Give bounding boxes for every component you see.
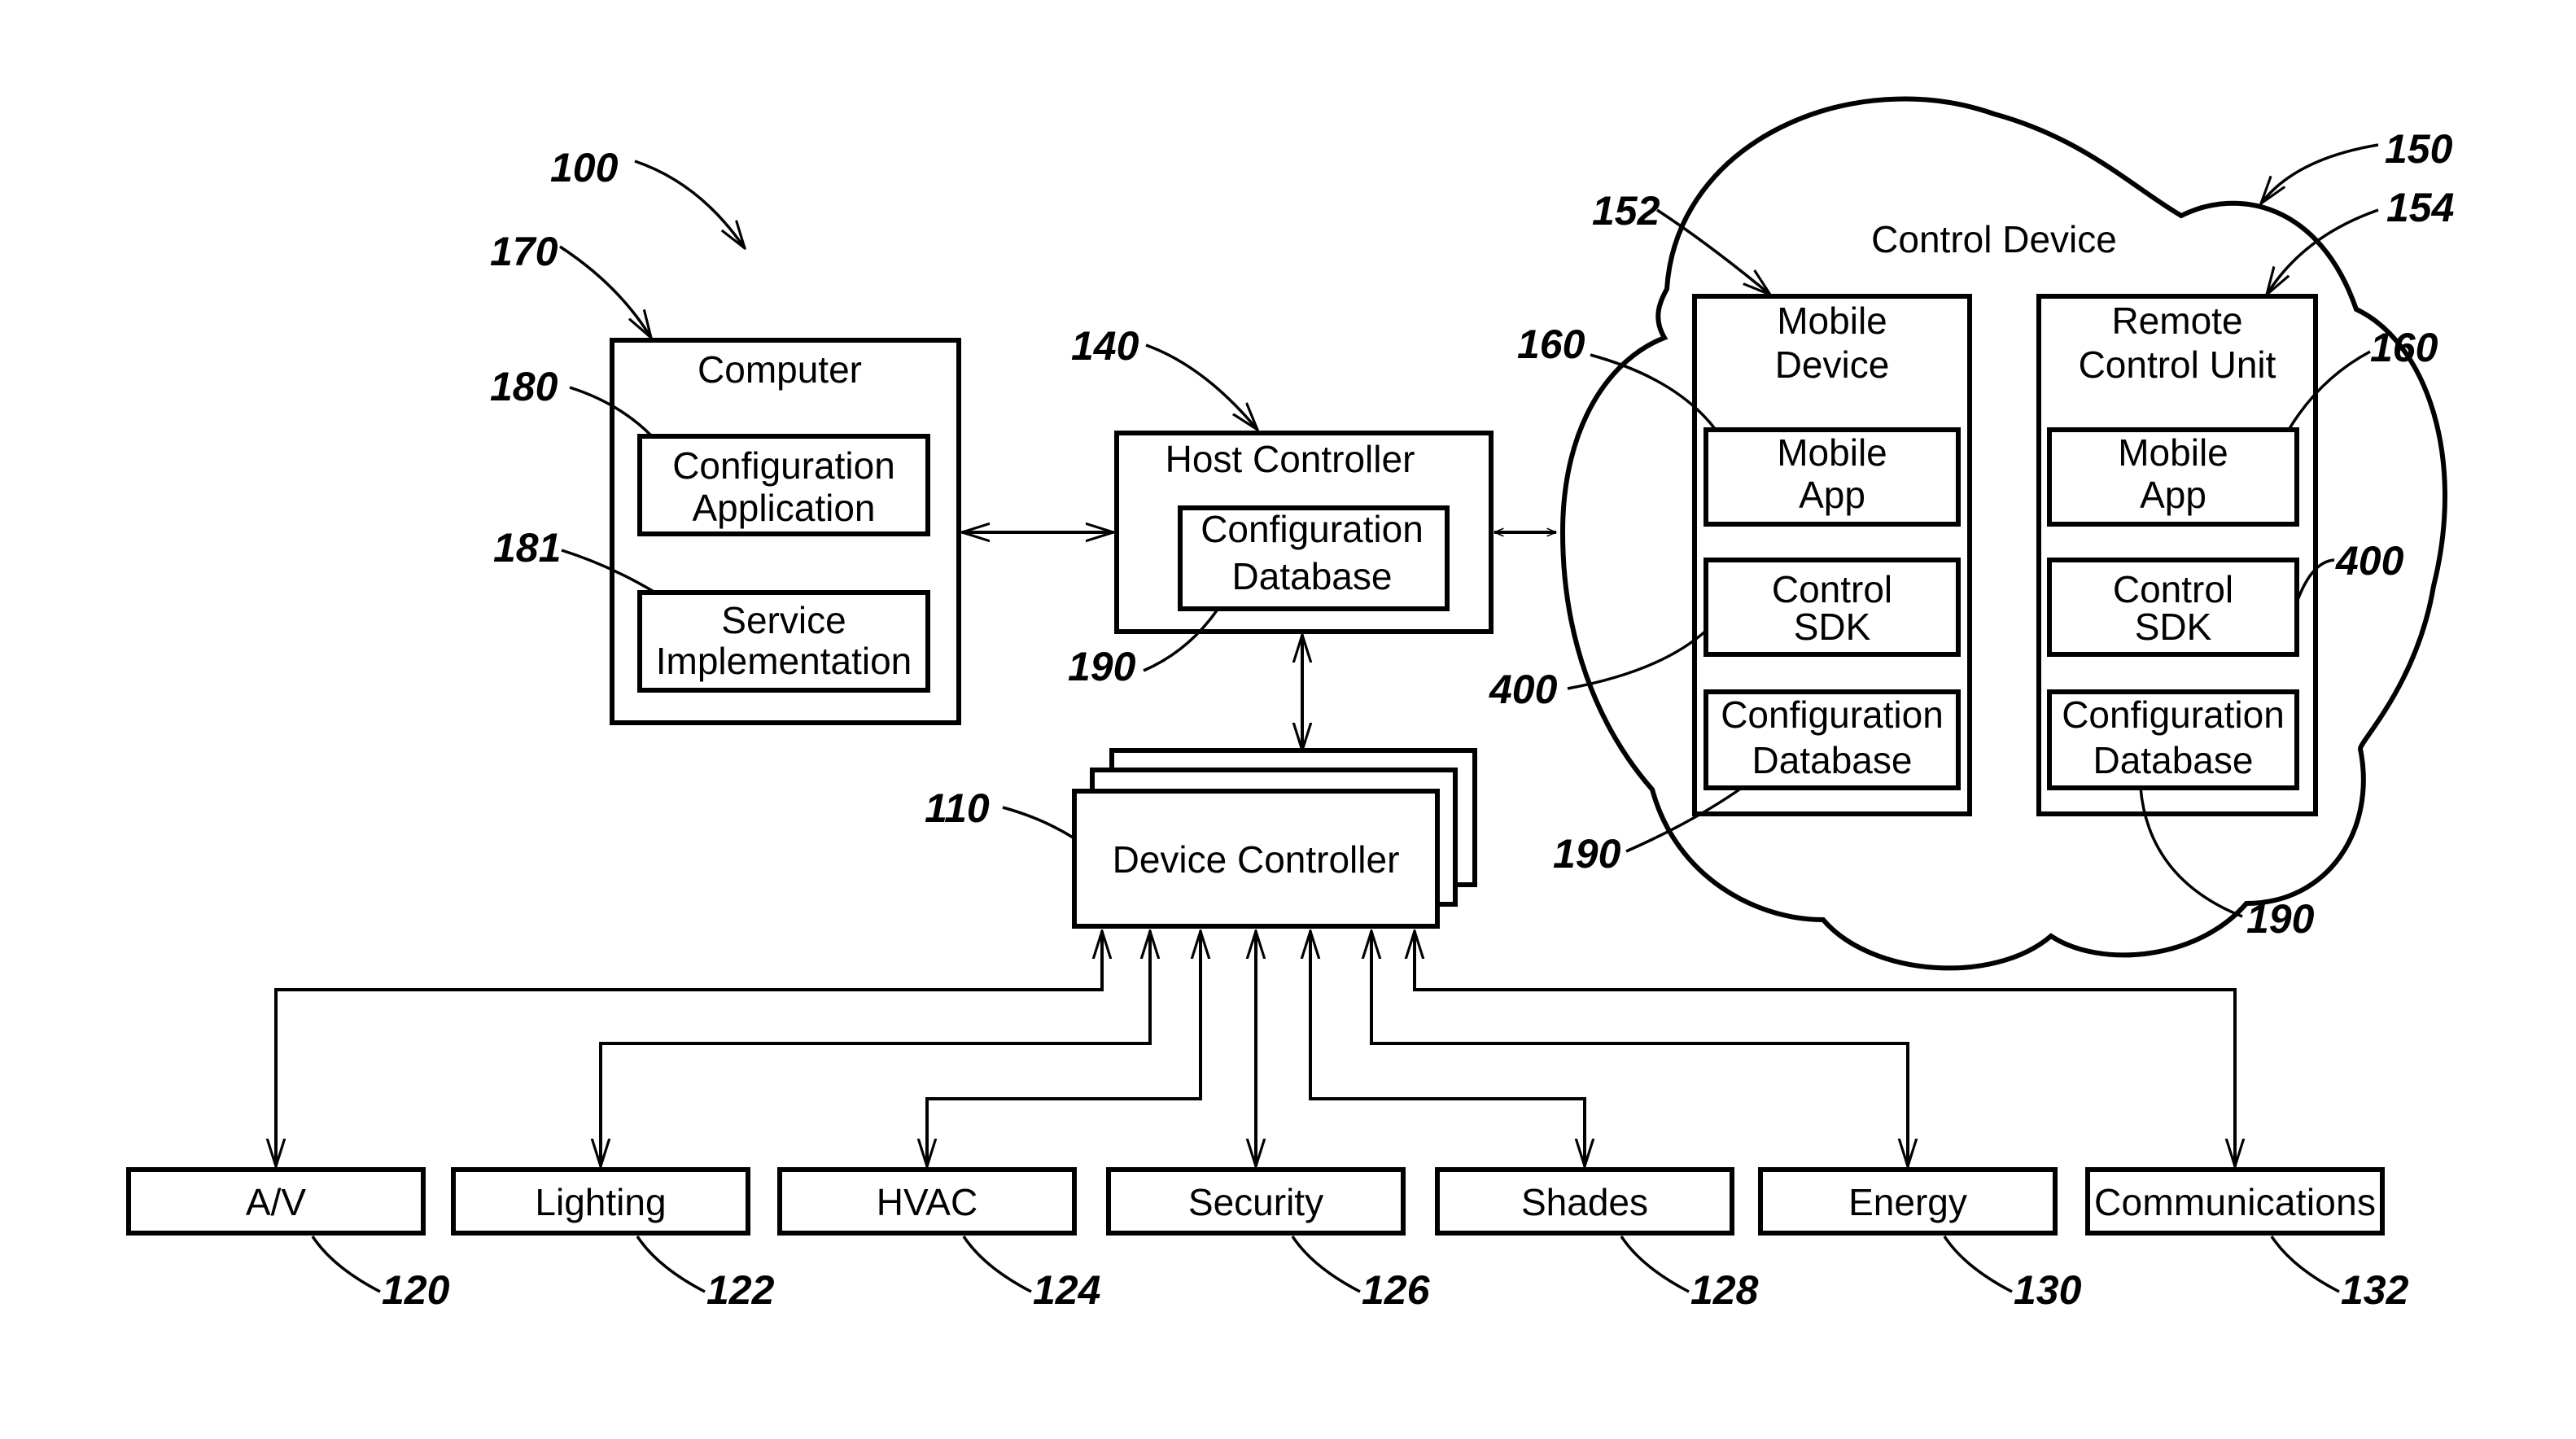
ref-110-leader xyxy=(1002,806,1075,840)
config-app-line1: Configuration xyxy=(672,444,895,487)
device-a-v: A/V 120 xyxy=(126,1167,450,1313)
ref-154: 154 xyxy=(2386,185,2454,230)
ref-160-left: 160 xyxy=(1517,321,1585,367)
device-ref: 124 xyxy=(1033,1267,1100,1313)
bus-wire-124 xyxy=(927,931,1201,1166)
host-controller-title: Host Controller xyxy=(1166,438,1415,480)
system-reference: 100 xyxy=(550,145,745,248)
device-communications: Communications 132 xyxy=(2085,1167,2409,1313)
device-ref-leader xyxy=(1943,1236,2013,1293)
device-ref-leader xyxy=(1620,1236,1690,1293)
device-label: Security xyxy=(1188,1181,1323,1223)
ref-190-md: 190 xyxy=(1553,831,1621,877)
ref-190-rcu: 190 xyxy=(2246,896,2315,942)
rcu-line2: Control Unit xyxy=(2079,343,2276,386)
system-diagram: 100 Computer Configuration Application S… xyxy=(126,96,2454,1313)
ref-170: 170 xyxy=(490,229,558,274)
control-device-title: Control Device xyxy=(1871,218,2117,260)
device-ref-leader xyxy=(636,1236,706,1293)
device-ref: 132 xyxy=(2341,1267,2409,1313)
service-impl-line1: Service xyxy=(721,599,846,641)
service-impl-line2: Implementation xyxy=(656,640,912,682)
ref-170-leader xyxy=(559,245,651,338)
ref-150: 150 xyxy=(2385,126,2453,172)
ref-140-leader xyxy=(1145,343,1257,430)
device-ref: 122 xyxy=(706,1267,775,1313)
ref-100: 100 xyxy=(550,145,619,190)
host-config-db-line1: Configuration xyxy=(1201,508,1424,550)
computer-title: Computer xyxy=(698,348,862,391)
bus-wire-130 xyxy=(1371,931,1908,1166)
device-security: Security 126 xyxy=(1106,1167,1431,1313)
device-ref-leader xyxy=(311,1236,381,1293)
ref-190-host: 190 xyxy=(1068,644,1136,689)
device-ref-leader xyxy=(2270,1236,2340,1293)
ref-181: 181 xyxy=(493,525,561,571)
device-energy: Energy 130 xyxy=(1758,1167,2082,1313)
rcu-app-line1: Mobile xyxy=(2118,431,2228,474)
device-label: Lighting xyxy=(535,1181,666,1223)
device-label: A/V xyxy=(246,1181,306,1223)
bus-wire-122 xyxy=(601,931,1150,1166)
ref-400-right: 400 xyxy=(2335,538,2404,584)
host-config-db-line2: Database xyxy=(1232,555,1393,597)
rcu-db-line2: Database xyxy=(2093,739,2254,781)
device-label: Energy xyxy=(1848,1181,1967,1223)
md-sdk-line2: SDK xyxy=(1794,606,1871,648)
device-label: Communications xyxy=(2094,1181,2376,1223)
md-sdk-line1: Control xyxy=(1772,568,1892,610)
mobile-device-line1: Mobile xyxy=(1777,300,1887,342)
ref-160-right: 160 xyxy=(2370,325,2438,370)
device-ref: 120 xyxy=(382,1267,450,1313)
rcu-sdk-line2: SDK xyxy=(2135,606,2212,648)
device-controller-title: Device Controller xyxy=(1113,838,1400,881)
device-ref: 128 xyxy=(1690,1267,1759,1313)
device-ref: 126 xyxy=(1362,1267,1431,1313)
device-label: HVAC xyxy=(877,1181,977,1223)
ref-100-leader xyxy=(634,160,745,248)
rcu-sdk-line1: Control xyxy=(2113,568,2233,610)
computer-block: Computer Configuration Application Servi… xyxy=(490,229,961,725)
rcu-line1: Remote xyxy=(2111,300,2242,342)
control-device-cloud: Control Device 150 Mobile Device 152 Mob… xyxy=(1489,96,2454,971)
ref-400-left: 400 xyxy=(1489,667,1558,712)
rcu-db-line1: Configuration xyxy=(2062,693,2285,736)
device-ref-leader xyxy=(1291,1236,1361,1293)
ref-110: 110 xyxy=(925,785,990,831)
device-shades: Shades 128 xyxy=(1435,1167,1759,1313)
device-label: Shades xyxy=(1521,1181,1648,1223)
ref-152: 152 xyxy=(1592,188,1660,234)
bus-wire-120 xyxy=(276,931,1102,1166)
md-app-line2: App xyxy=(1799,474,1865,516)
bus-wire-132 xyxy=(1415,931,2235,1166)
host-controller-block: Host Controller Configuration Database 1… xyxy=(1068,323,1494,689)
ref-180: 180 xyxy=(490,364,558,409)
device-lighting: Lighting 122 xyxy=(451,1167,775,1313)
md-db-line1: Configuration xyxy=(1721,693,1944,736)
rcu-app-line2: App xyxy=(2140,474,2206,516)
ref-140: 140 xyxy=(1071,323,1139,369)
device-controller-block: Device Controller 110 xyxy=(925,748,1477,929)
device-hvac: HVAC 124 xyxy=(777,1167,1100,1313)
device-row: A/V120Lighting122HVAC124Security126Shade… xyxy=(126,1167,2409,1313)
device-ref: 130 xyxy=(2014,1267,2082,1313)
bus-wire-128 xyxy=(1310,931,1585,1166)
ref-150-leader xyxy=(2261,143,2379,203)
md-app-line1: Mobile xyxy=(1777,431,1887,474)
md-db-line2: Database xyxy=(1752,739,1913,781)
config-app-line2: Application xyxy=(692,487,875,529)
mobile-device-line2: Device xyxy=(1775,343,1890,386)
device-ref-leader xyxy=(962,1236,1032,1293)
